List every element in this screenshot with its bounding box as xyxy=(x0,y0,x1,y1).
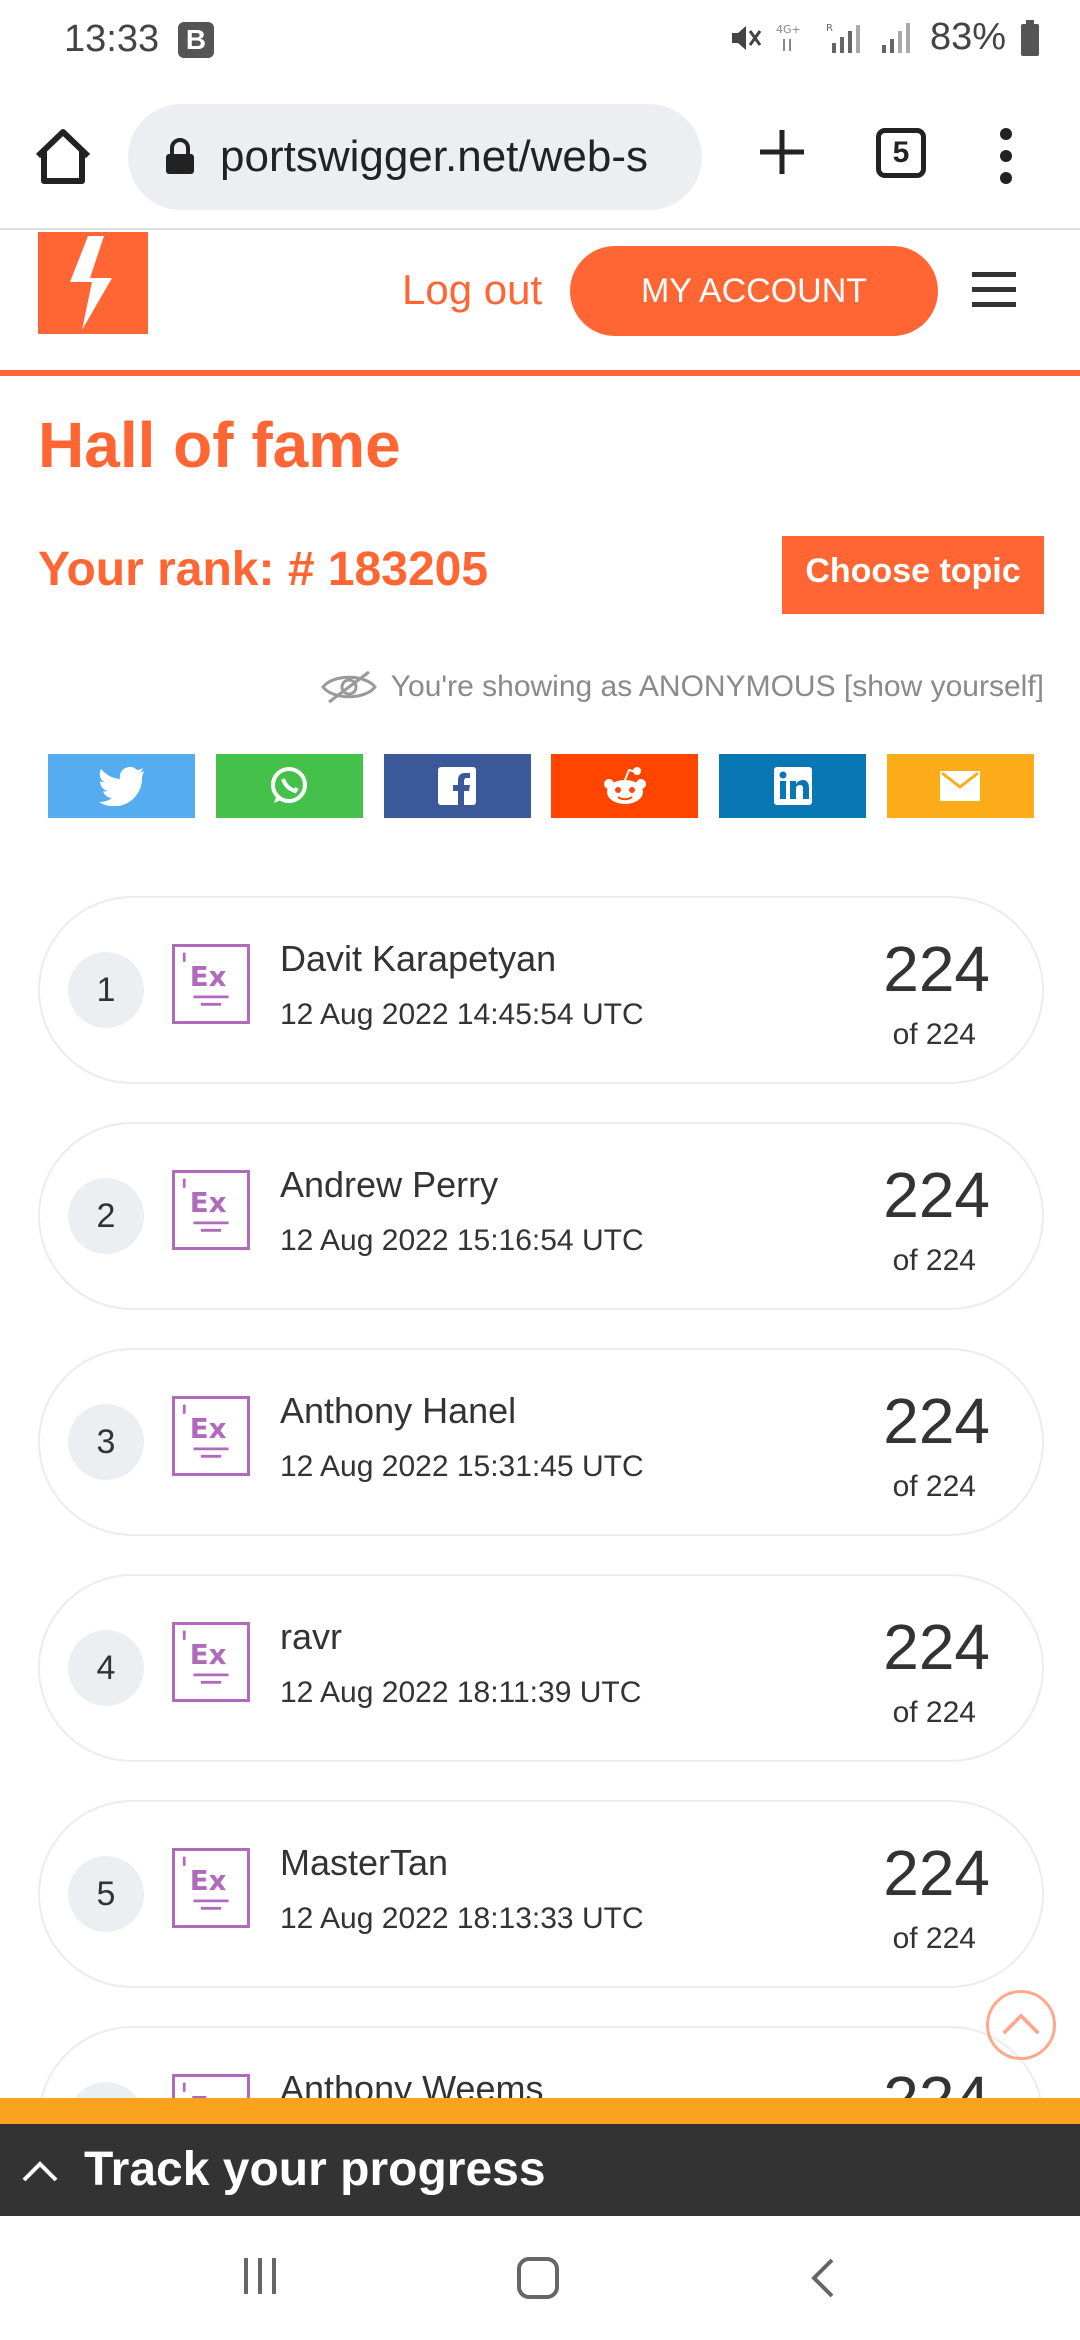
share-whatsapp-button[interactable] xyxy=(215,754,363,818)
logout-link[interactable]: Log out xyxy=(402,266,542,314)
leaderboard-list: 1 Ex Davit Karapetyan 12 Aug 2022 14:45:… xyxy=(38,896,1044,2252)
more-options-icon[interactable] xyxy=(996,124,1016,188)
track-progress-bar[interactable]: Track your progress xyxy=(0,2098,1080,2216)
eye-off-icon xyxy=(320,670,377,704)
user-name: MasterTan xyxy=(280,1842,449,1883)
svg-text:Ex: Ex xyxy=(190,1412,227,1445)
portswigger-logo[interactable] xyxy=(38,232,148,334)
your-rank: Your rank: # 183205 xyxy=(38,543,489,596)
home-nav-icon[interactable] xyxy=(516,2256,560,2300)
score-total: of 224 xyxy=(892,1470,976,1503)
rank-number: 5 xyxy=(68,1856,144,1932)
my-account-button[interactable]: MY ACCOUNT xyxy=(570,246,938,336)
battery-icon xyxy=(1021,19,1039,56)
leaderboard-row: 2 Ex Andrew Perry 12 Aug 2022 15:16:54 U… xyxy=(38,1122,1044,1310)
home-icon[interactable] xyxy=(30,124,96,190)
mute-icon xyxy=(731,25,762,50)
score-total: of 224 xyxy=(892,1922,976,1955)
facebook-icon xyxy=(438,767,477,805)
linkedin-icon xyxy=(773,767,812,805)
rank-number: 3 xyxy=(68,1404,144,1480)
rank-number: 2 xyxy=(68,1178,144,1254)
address-bar[interactable]: portswigger.net/web-s xyxy=(128,104,702,210)
status-time: 13:33 xyxy=(64,18,160,60)
chevron-up-icon xyxy=(22,2161,58,2182)
rank-number: 4 xyxy=(68,1630,144,1706)
svg-text:Ex: Ex xyxy=(190,1638,227,1671)
status-badge: B xyxy=(178,22,214,58)
svg-text:Ex: Ex xyxy=(190,1186,227,1219)
scroll-to-top-icon[interactable] xyxy=(986,1990,1056,2060)
share-linkedin-button[interactable] xyxy=(719,754,867,818)
track-progress-label: Track your progress xyxy=(84,2143,546,2196)
whatsapp-icon xyxy=(271,767,308,803)
status-bar: 13:33 B 4G+ R 83% xyxy=(0,0,1080,84)
svg-text:Ex: Ex xyxy=(190,960,227,993)
status-indicators: 4G+ R 83% xyxy=(728,16,1040,59)
user-name: Anthony Hanel xyxy=(280,1390,517,1431)
score-total: of 224 xyxy=(892,1696,976,1729)
back-icon[interactable] xyxy=(804,2256,844,2300)
share-buttons xyxy=(48,754,1034,818)
leaderboard-row: 3 Ex Anthony Hanel 12 Aug 2022 15:31:45 … xyxy=(38,1348,1044,1536)
completion-date: 12 Aug 2022 14:45:54 UTC xyxy=(280,998,644,1031)
signal-r-icon: R xyxy=(826,23,860,53)
browser-toolbar: portswigger.net/web-s 5 xyxy=(0,84,1080,230)
recent-apps-icon[interactable] xyxy=(240,2256,280,2296)
completion-date: 12 Aug 2022 18:13:33 UTC xyxy=(280,1902,644,1935)
completion-date: 12 Aug 2022 15:31:45 UTC xyxy=(280,1450,644,1483)
completion-date: 12 Aug 2022 18:11:39 UTC xyxy=(280,1676,642,1709)
user-name: Andrew Perry xyxy=(280,1164,499,1205)
expert-badge-icon: Ex xyxy=(172,1170,250,1250)
score: 224 xyxy=(883,933,990,1005)
reddit-icon xyxy=(603,767,646,804)
svg-text:R: R xyxy=(826,23,833,34)
signal-4g-icon: 4G+ xyxy=(776,23,801,51)
expert-badge-icon: Ex xyxy=(172,1848,250,1928)
tab-switcher-button[interactable]: 5 xyxy=(876,128,926,178)
leaderboard-row: 1 Ex Davit Karapetyan 12 Aug 2022 14:45:… xyxy=(38,896,1044,1084)
twitter-icon xyxy=(98,766,144,806)
signal-icon xyxy=(881,22,910,53)
choose-topic-button[interactable]: Choose topic xyxy=(782,536,1044,614)
user-name: ravr xyxy=(280,1616,342,1657)
user-name: Davit Karapetyan xyxy=(280,938,557,979)
svg-text:4G+: 4G+ xyxy=(776,23,801,36)
score: 224 xyxy=(883,1385,990,1457)
share-reddit-button[interactable] xyxy=(551,754,699,818)
email-icon xyxy=(940,771,981,801)
new-tab-icon[interactable] xyxy=(752,122,812,182)
svg-text:Ex: Ex xyxy=(190,1864,227,1897)
rank-number: 1 xyxy=(68,952,144,1028)
share-twitter-button[interactable] xyxy=(48,754,195,818)
leaderboard-row: 5 Ex MasterTan 12 Aug 2022 18:13:33 UTC … xyxy=(38,1800,1044,1988)
lock-icon xyxy=(166,138,194,174)
anonymous-text[interactable]: You're showing as ANONYMOUS [show yourse… xyxy=(391,670,1044,704)
battery-percent: 83% xyxy=(929,16,1006,58)
score: 224 xyxy=(883,1159,990,1231)
score: 224 xyxy=(883,1837,990,1909)
page-title: Hall of fame xyxy=(38,409,401,481)
score: 224 xyxy=(883,1611,990,1683)
expert-badge-icon: Ex xyxy=(172,1396,250,1476)
url-text: portswigger.net/web-s xyxy=(220,132,648,181)
completion-date: 12 Aug 2022 15:16:54 UTC xyxy=(280,1224,644,1257)
score-total: of 224 xyxy=(892,1244,976,1277)
score-total: of 224 xyxy=(892,1018,976,1051)
site-header: Log out MY ACCOUNT xyxy=(0,230,1080,376)
expert-badge-icon: Ex xyxy=(172,1622,250,1702)
share-facebook-button[interactable] xyxy=(383,754,531,818)
hamburger-menu-icon[interactable] xyxy=(972,272,1016,308)
anonymous-notice[interactable]: You're showing as ANONYMOUS [show yourse… xyxy=(319,668,1044,706)
share-email-button[interactable] xyxy=(886,754,1034,818)
system-nav-bar xyxy=(0,2216,1080,2340)
leaderboard-row: 4 Ex ravr 12 Aug 2022 18:11:39 UTC 224 o… xyxy=(38,1574,1044,1762)
expert-badge-icon: Ex xyxy=(172,944,250,1024)
